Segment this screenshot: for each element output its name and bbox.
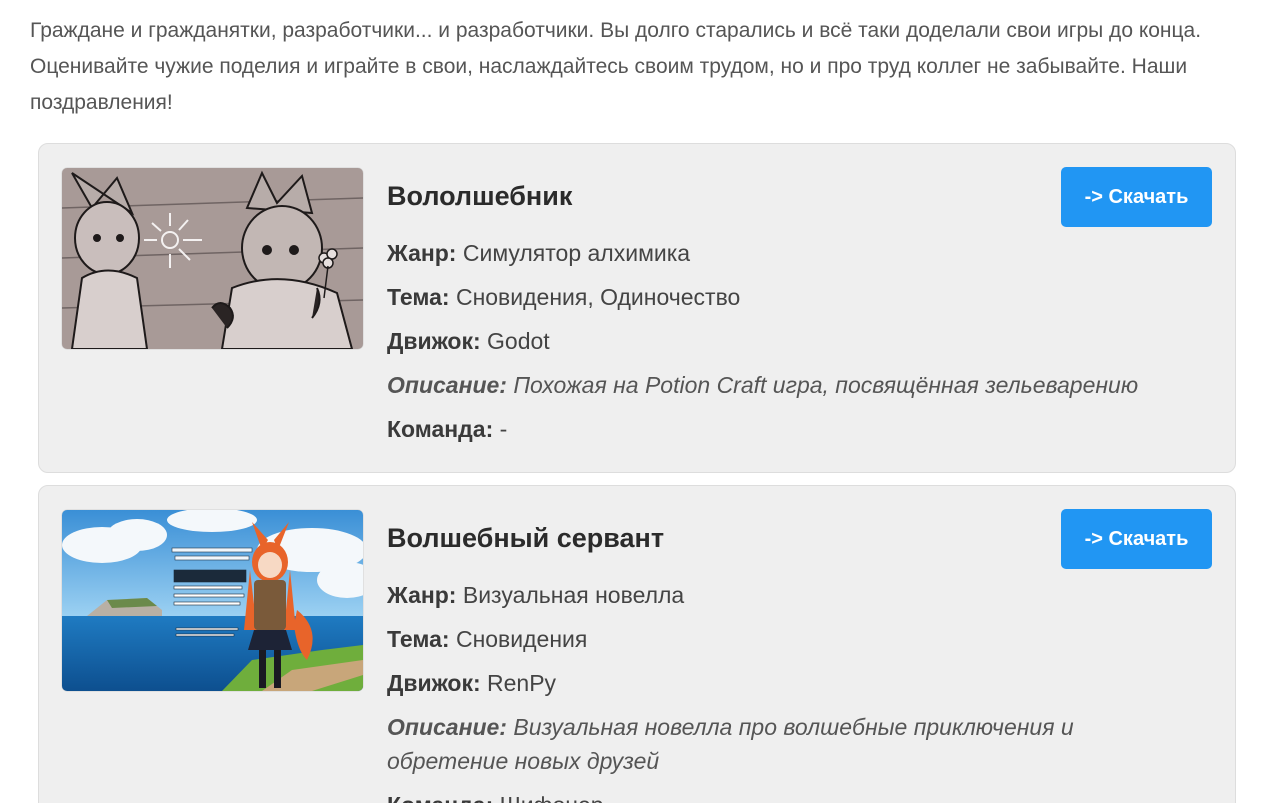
description-label: Описание: bbox=[387, 372, 507, 398]
game-title: Вололшебник bbox=[387, 181, 573, 211]
description-row: Описание: Похожая на Potion Craft игра, … bbox=[387, 368, 1197, 402]
team-label: Команда: bbox=[387, 792, 493, 803]
download-button[interactable]: -> Скачать bbox=[1061, 509, 1212, 569]
game-thumbnail[interactable] bbox=[62, 510, 363, 691]
engine-value: RenPy bbox=[487, 670, 557, 696]
genre-row: Жанр: Симулятор алхимика bbox=[387, 236, 1197, 270]
engine-row: Движок: RenPy bbox=[387, 666, 1197, 700]
theme-label: Тема: bbox=[387, 284, 450, 310]
game-card: Волшебный сервант -> Скачать Жанр: Визуа… bbox=[38, 485, 1236, 803]
theme-value: Сновидения, Одиночество bbox=[455, 284, 741, 310]
team-value: - bbox=[499, 416, 508, 442]
engine-label: Движок: bbox=[387, 670, 481, 696]
team-row: Команда: - bbox=[387, 412, 1197, 446]
genre-row: Жанр: Визуальная новелла bbox=[387, 578, 1197, 612]
engine-row: Движок: Godot bbox=[387, 324, 1197, 358]
engine-value: Godot bbox=[487, 328, 550, 354]
page: Граждане и гражданятки, разработчики... … bbox=[0, 0, 1284, 803]
description-row: Описание: Визуальная новелла про волшебн… bbox=[387, 710, 1197, 778]
game-title: Волшебный сервант bbox=[387, 523, 665, 553]
team-value: Шифонер bbox=[500, 792, 604, 803]
genre-value: Визуальная новелла bbox=[462, 582, 685, 608]
theme-value: Сновидения bbox=[455, 626, 588, 652]
game-details: Жанр: Симулятор алхимика Тема: Сновидени… bbox=[387, 236, 1197, 456]
theme-row: Тема: Сновидения bbox=[387, 622, 1197, 656]
game-card: Вололшебник -> Скачать Жанр: Симулятор а… bbox=[38, 143, 1236, 473]
game-details: Жанр: Визуальная новелла Тема: Сновидени… bbox=[387, 578, 1197, 803]
download-button[interactable]: -> Скачать bbox=[1061, 167, 1212, 227]
theme-label: Тема: bbox=[387, 626, 450, 652]
team-label: Команда: bbox=[387, 416, 494, 442]
theme-row: Тема: Сновидения, Одиночество bbox=[387, 280, 1197, 314]
genre-value: Симулятор алхимика bbox=[462, 240, 691, 266]
intro-text: Граждане и гражданятки, разработчики... … bbox=[30, 19, 1202, 114]
game-thumbnail[interactable] bbox=[62, 168, 363, 349]
engine-label: Движок: bbox=[387, 328, 481, 354]
team-row: Команда: Шифонер bbox=[387, 788, 1197, 803]
description-value: Похожая на Potion Craft игра, посвящённа… bbox=[513, 372, 1139, 398]
description-label: Описание: bbox=[387, 714, 507, 740]
genre-label: Жанр: bbox=[387, 240, 457, 266]
genre-label: Жанр: bbox=[387, 582, 457, 608]
